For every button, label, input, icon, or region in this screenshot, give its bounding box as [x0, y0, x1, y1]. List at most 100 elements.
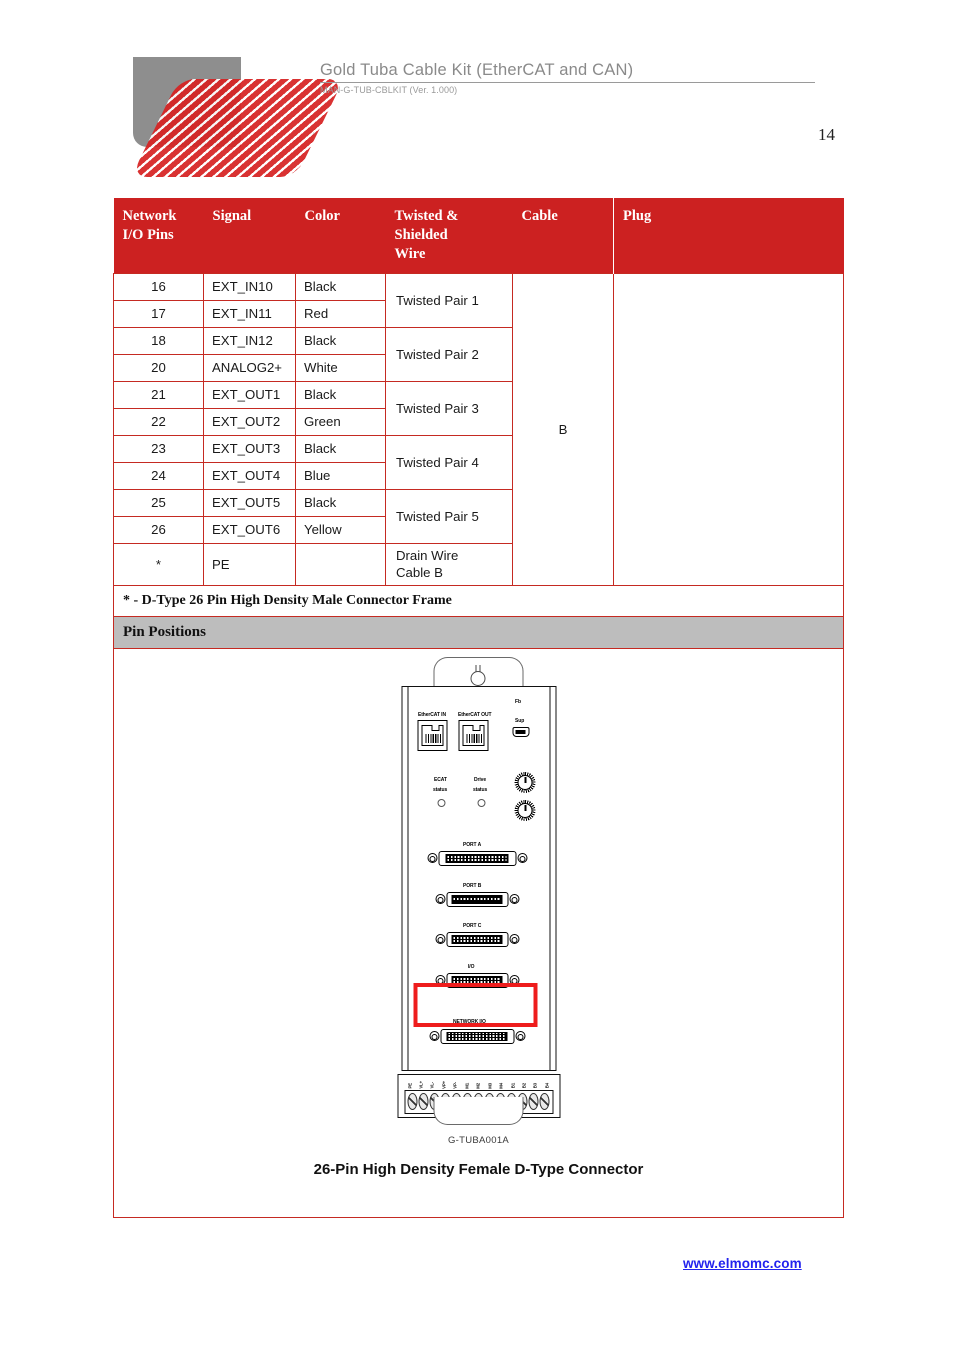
column-header-plug: Plug	[613, 198, 844, 274]
table-row: 16 EXT_IN10 Black Twisted Pair 1 B	[113, 273, 844, 587]
rotary-switch-upper-icon	[514, 771, 535, 793]
rj45-key	[431, 724, 439, 731]
cell-pin: 22	[113, 408, 204, 437]
network-io-connector-icon	[429, 1028, 525, 1045]
header-divider	[320, 82, 815, 83]
rj45-inner	[462, 724, 484, 746]
dsub-screw-right	[517, 853, 527, 864]
terminal-label: B1	[510, 1083, 516, 1089]
terminal-label: PE	[407, 1083, 412, 1089]
footnote-text: * - D-Type 26 Pin High Density Male Conn…	[113, 585, 844, 617]
rotary-arrow	[524, 805, 527, 812]
cell-signal: EXT_OUT4	[203, 462, 296, 491]
terminal-screw	[418, 1093, 429, 1111]
cell-signal: EXT_OUT3	[203, 435, 296, 464]
cell-pin: 26	[113, 516, 204, 545]
label-ethercat-in: EtherCAT IN	[418, 711, 446, 719]
terminal-label: B2	[521, 1083, 527, 1089]
terminal-label: M4	[498, 1082, 504, 1089]
ecat-status-led-icon	[437, 798, 445, 807]
terminal-screw	[539, 1093, 550, 1111]
dsub-pin-row	[453, 936, 501, 939]
page-number: 14	[818, 125, 835, 144]
cell-pin: 21	[113, 381, 204, 410]
dsub-pin-row	[453, 939, 501, 942]
elmo-logo	[131, 57, 344, 182]
cell-pin: 18	[113, 327, 204, 356]
mounting-tab-bottom	[433, 1096, 523, 1125]
cell-pin: 24	[113, 462, 204, 491]
document-title: Gold Tuba Cable Kit (EtherCAT and CAN)	[320, 61, 634, 79]
ethercat-in-port-icon	[417, 719, 447, 751]
terminal-label: VP-	[452, 1081, 458, 1089]
network-io-highlight-box	[413, 982, 537, 1027]
cell-signal: EXT_OUT2	[203, 408, 296, 437]
terminal-label: VL+	[418, 1081, 424, 1089]
footer-website-link[interactable]: www.elmomc.com	[683, 1256, 802, 1271]
rj45-inner	[421, 724, 443, 746]
dsub-pin-row	[448, 1037, 506, 1040]
cell-plug	[613, 273, 844, 587]
cell-signal: ANALOG2+	[203, 354, 296, 383]
rotary-face	[517, 802, 532, 818]
terminal-label: VL-	[429, 1082, 435, 1089]
dsub-screw-right	[515, 1031, 525, 1042]
label-sup: Sup	[515, 717, 525, 725]
rj45-pins	[425, 733, 442, 743]
header-line-2: Shielded	[394, 227, 448, 244]
dsub-screw-left	[429, 1031, 439, 1042]
gold-tuba-drive-diagram: EtherCAT IN EtherCAT OUT Fb Sup ECAT sta…	[391, 656, 566, 1137]
cell-pin: 25	[113, 489, 204, 518]
cell-twisted-pair: Twisted Pair 5	[385, 489, 513, 545]
cell-signal: PE	[203, 543, 296, 587]
rotary-arrow	[524, 777, 527, 784]
figure-caption: 26-Pin High Density Female D-Type Connec…	[313, 1160, 644, 1178]
dsub-pin-row	[453, 977, 501, 980]
mounting-hole-icon	[470, 664, 486, 687]
dsub-screw-right	[509, 894, 519, 905]
dsub-shell	[440, 1028, 514, 1044]
header-line-1: Twisted &	[394, 208, 459, 224]
cell-twisted-pair: Twisted Pair 1	[385, 273, 513, 329]
section-title-pin-positions: Pin Positions	[113, 615, 844, 649]
cell-cable: B	[512, 273, 614, 587]
header-line-1: Network	[122, 208, 177, 224]
cell-signal: EXT_IN11	[203, 300, 296, 329]
cell-color: Black	[295, 489, 386, 518]
terminal-label: VP+	[441, 1080, 447, 1089]
column-header-network-io-pins: Network I/O Pins	[113, 198, 204, 274]
rj45-pins	[466, 733, 483, 743]
cell-twisted-pair: Twisted Pair 4	[385, 435, 513, 491]
label-drive-status-line1: Drive	[474, 776, 487, 784]
terminal-label: M3	[487, 1082, 493, 1089]
cell-signal: EXT_OUT1	[203, 381, 296, 410]
label-port-c: PORT C	[463, 922, 482, 930]
cell-twisted-pair: Twisted Pair 3	[385, 381, 513, 437]
terminal-screw	[528, 1093, 539, 1111]
column-header-cable: Cable	[512, 198, 614, 274]
column-header-signal: Signal	[203, 198, 296, 274]
dsub-pin-row	[448, 1032, 506, 1035]
terminal-label: M1	[464, 1082, 470, 1089]
dsub-pin-row	[447, 858, 507, 861]
cell-color: Green	[295, 408, 386, 437]
table-header-row: Network I/O Pins Signal Color Twisted & …	[113, 198, 844, 274]
cell-signal: EXT_IN12	[203, 327, 296, 356]
section-header-row: Pin Positions	[113, 615, 844, 649]
cell-twisted-pair: Twisted Pair 2	[385, 327, 513, 383]
dsub-pin-row	[448, 1035, 506, 1037]
cell-color: Black	[295, 435, 386, 464]
cell-pin: *	[113, 543, 204, 587]
drawing-id: G-TUBA001A	[447, 1134, 510, 1146]
usb-port-icon	[512, 726, 529, 737]
cell-color: White	[295, 354, 386, 383]
port-b-connector-icon	[435, 891, 519, 908]
cell-drain-wire: Drain Wire Cable B	[385, 543, 513, 587]
dsub-shell	[446, 931, 508, 947]
terminal-label: B4	[544, 1083, 550, 1089]
drive-status-led-icon	[477, 798, 485, 807]
document-subtitle: MAN-G-TUB-CBLKIT (Ver. 1.000)	[320, 85, 458, 95]
cell-color: Yellow	[295, 516, 386, 545]
cell-color: Red	[295, 300, 386, 329]
pin-assignment-table: Network I/O Pins Signal Color Twisted & …	[113, 198, 844, 1218]
